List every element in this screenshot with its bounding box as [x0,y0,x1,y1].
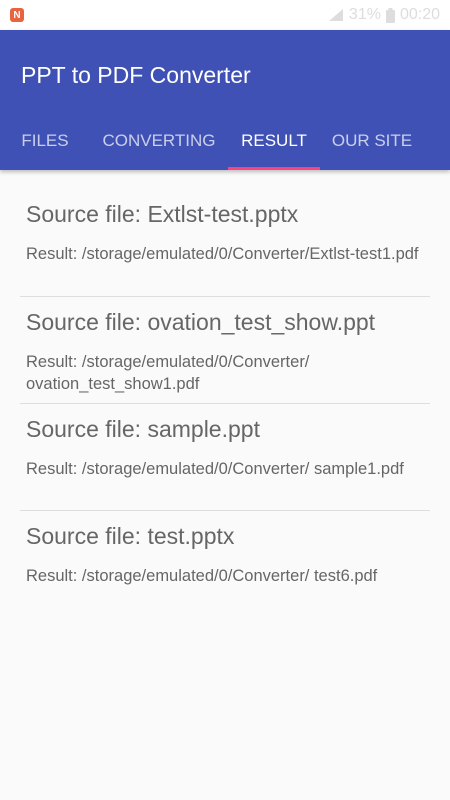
tab-our-site[interactable]: OUR SITE [320,112,424,170]
result-path-text: Result: /storage/emulated/0/Converter/ s… [26,460,404,478]
list-item[interactable]: Source file: ovation_test_show.ppt Resul… [20,297,430,404]
app-bar: PPT to PDF Converter FILES CONVERTING RE… [0,30,450,170]
tab-converting[interactable]: CONVERTING [90,112,228,170]
status-right: 31% 00:20 [328,6,440,24]
status-bar: N 31% 00:20 [0,0,450,30]
list-item[interactable]: Source file: Extlst-test.pptx Result: /s… [20,190,430,297]
status-time: 00:20 [399,6,440,23]
tab-files-label: FILES [21,131,69,150]
app-title: PPT to PDF Converter [21,62,251,88]
source-file-text: Source file: ovation_test_show.ppt [26,309,376,335]
source-file-text: Source file: sample.ppt [26,416,260,442]
source-file-text: Source file: Extlst-test.pptx [26,201,299,227]
tab-converting-label: CONVERTING [102,131,216,150]
converter-app-icon: N [10,8,24,22]
signal-icon [328,8,344,22]
results-list: Source file: Extlst-test.pptx Result: /s… [20,190,430,618]
list-item[interactable]: Source file: test.pptx Result: /storage/… [20,511,430,618]
battery-icon [385,7,395,23]
status-left: N [10,8,24,22]
list-item[interactable]: Source file: sample.ppt Result: /storage… [20,404,430,511]
battery-percent: 31% [348,6,381,23]
tab-result-label: RESULT [241,131,307,150]
tab-our-site-label: OUR SITE [331,131,413,150]
result-path-text: Result: /storage/emulated/0/Converter/ t… [26,567,378,585]
source-file-text: Source file: test.pptx [26,523,235,549]
tab-selected-indicator [228,167,320,170]
tab-files[interactable]: FILES [0,112,90,170]
tab-result[interactable]: RESULT [228,112,320,170]
tab-bar: FILES CONVERTING RESULT OUR SITE [0,112,450,170]
result-path-text: Result: /storage/emulated/0/Converter/Ex… [26,245,419,263]
result-path-text: Result: /storage/emulated/0/Converter/ o… [26,353,310,393]
